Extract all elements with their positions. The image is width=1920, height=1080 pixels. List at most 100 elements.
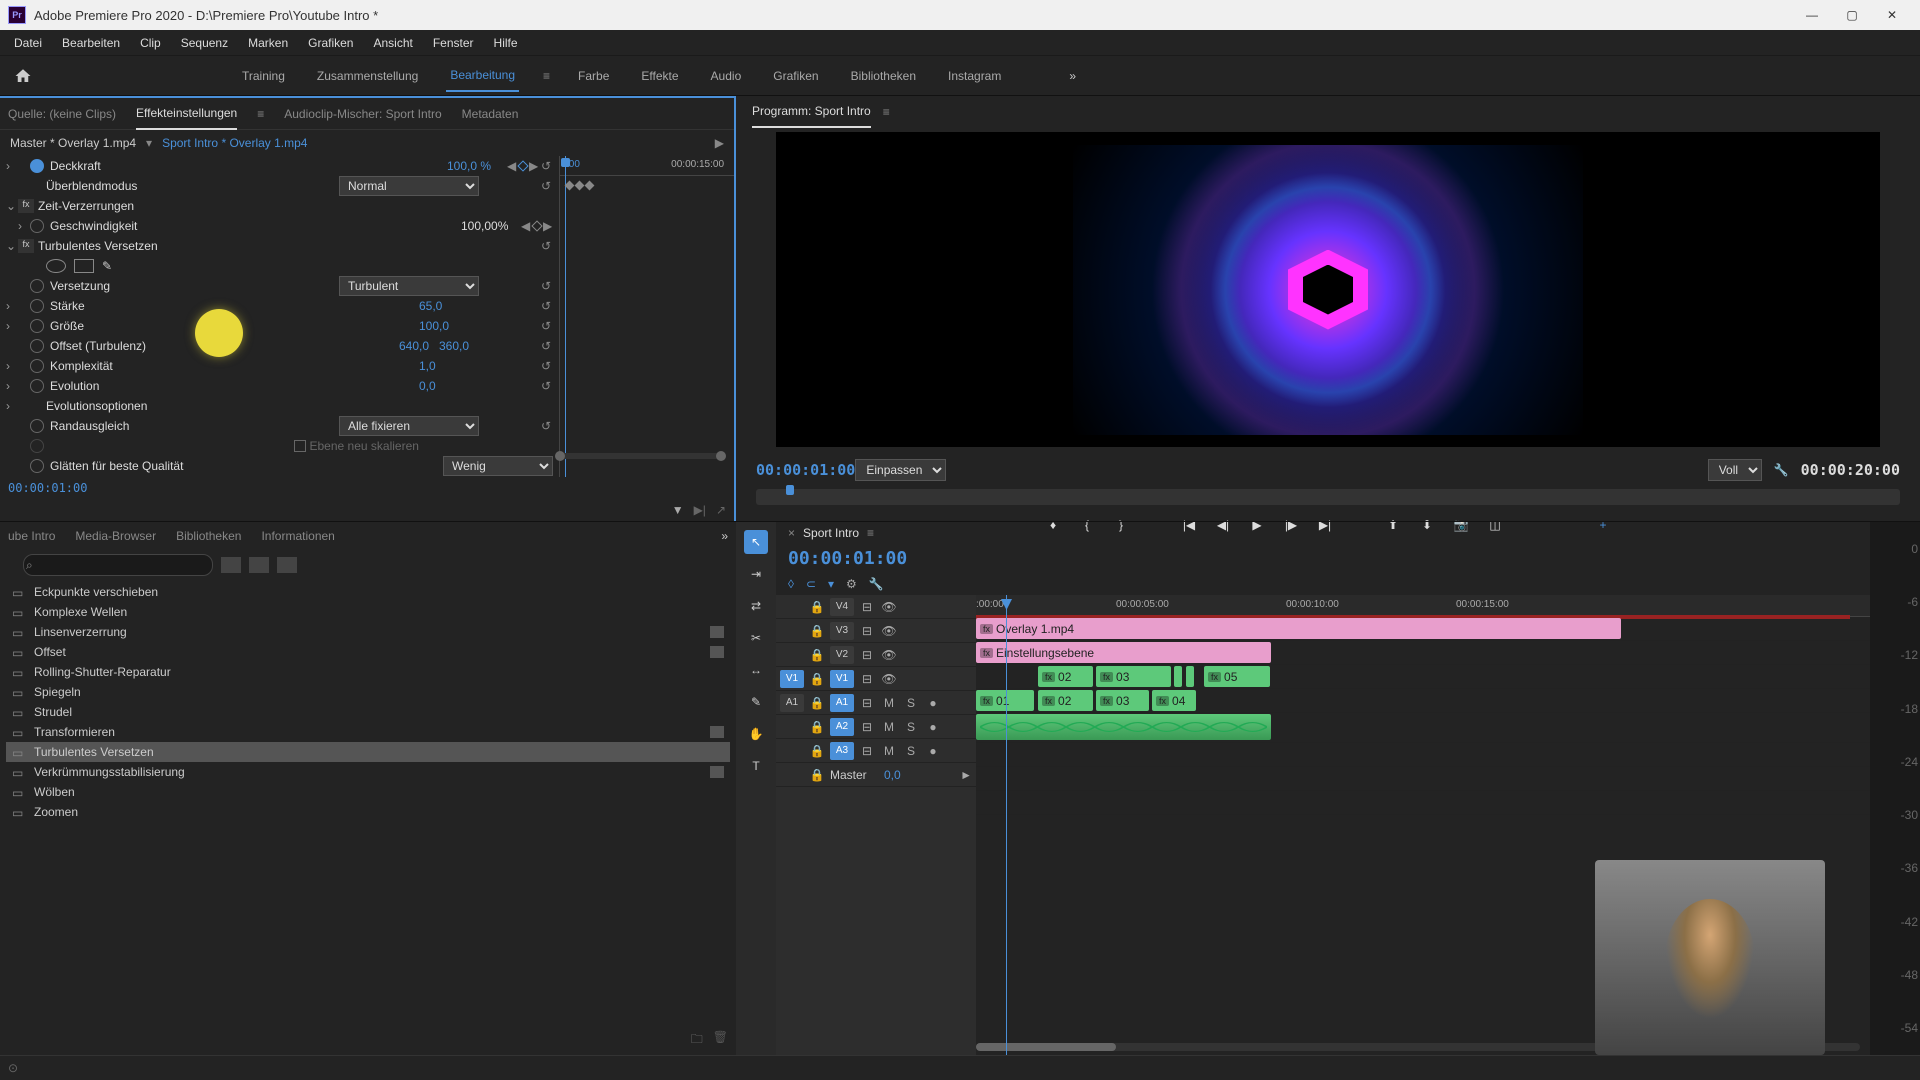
track-v4-label[interactable]: V4 [830,598,854,616]
keyframe-icon[interactable] [575,181,585,191]
ws-training[interactable]: Training [238,61,289,91]
master-value[interactable]: 0,0 [884,768,901,782]
twirl-icon[interactable]: ⌄ [6,239,18,253]
sync-lock-icon[interactable]: ⊟ [858,646,876,664]
ws-farbe[interactable]: Farbe [574,61,613,91]
selection-tool-icon[interactable]: ↖ [744,530,768,554]
effect-item[interactable]: ▭Spiegeln [6,682,730,702]
stopwatch-icon[interactable] [30,299,44,313]
reset-icon[interactable]: ↺ [539,299,553,313]
expand-icon[interactable]: ► [960,768,972,782]
effect-timecode[interactable]: 00:00:01:00 [0,477,734,499]
reset-icon[interactable]: ↺ [539,419,553,433]
clip-overlay[interactable]: fxOverlay 1.mp4 [976,618,1621,639]
track-v2-label[interactable]: V2 [830,646,854,664]
clip-v2-03[interactable]: fx03 [1096,666,1171,687]
opacity-value[interactable]: 100,0 % [447,159,507,173]
quality-select[interactable]: Voll [1708,459,1762,481]
effect-item[interactable]: ▭Offset [6,642,730,662]
stopwatch-icon[interactable] [30,159,44,173]
lock-icon[interactable]: 🔒 [808,598,826,616]
lock-icon[interactable]: 🔒 [808,742,826,760]
eye-icon[interactable]: 👁 [880,670,898,688]
twirl-icon[interactable]: › [6,159,18,173]
antialias-select[interactable]: Wenig [443,456,553,476]
lock-icon[interactable]: 🔒 [808,646,826,664]
stopwatch-icon[interactable] [30,359,44,373]
program-in-timecode[interactable]: 00:00:01:00 [756,461,855,479]
solo-icon[interactable]: S [902,742,920,760]
reset-icon[interactable]: ↺ [539,279,553,293]
play-icon[interactable]: ▶ [715,136,724,150]
overflow-icon[interactable]: » [721,529,728,543]
razor-tool-icon[interactable]: ✂ [744,626,768,650]
type-tool-icon[interactable]: T [744,754,768,778]
evolution-value[interactable]: 0,0 [419,379,479,393]
effect-item[interactable]: ▭Linsenverzerrung [6,622,730,642]
sync-lock-icon[interactable]: ⊟ [858,670,876,688]
clip-v1-02[interactable]: fx02 [1038,690,1093,711]
ws-bibliotheken[interactable]: Bibliotheken [847,61,920,91]
source-a1-label[interactable]: A1 [780,694,804,712]
track-select-tool-icon[interactable]: ⇥ [744,562,768,586]
track-a2-label[interactable]: A2 [830,718,854,736]
twirl-icon[interactable]: › [6,319,18,333]
prev-kf-icon[interactable]: ◀ [507,159,517,173]
stopwatch-icon[interactable] [30,319,44,333]
tab-menu-icon[interactable]: ≡ [257,107,264,121]
lock-icon[interactable]: 🔒 [808,670,826,688]
settings-icon[interactable]: ⚙ [846,577,857,591]
ellipse-mask-icon[interactable] [46,259,66,273]
clip-audio[interactable] [976,714,1271,740]
snap-icon[interactable]: ◊ [788,577,794,591]
minimize-button[interactable]: — [1792,0,1832,30]
badge-yuv-icon[interactable] [277,557,297,573]
ws-grafiken[interactable]: Grafiken [769,61,822,91]
twirl-icon[interactable]: › [6,359,18,373]
solo-icon[interactable]: S [902,718,920,736]
mute-icon[interactable]: M [880,694,898,712]
record-icon[interactable]: ● [924,718,942,736]
effect-item[interactable]: ▭Eckpunkte verschieben [6,582,730,602]
track-v1-row[interactable]: fx01 fx02 fx03 fx04 [976,689,1870,713]
effect-timeline[interactable]: :00 00:00:15:00 [559,156,734,477]
sync-lock-icon[interactable]: ⊟ [858,718,876,736]
program-scrubber[interactable] [756,489,1900,505]
reset-icon[interactable]: ↺ [539,319,553,333]
solo-icon[interactable]: S [902,694,920,712]
timeline-playhead[interactable] [1006,595,1007,1055]
stopwatch-icon[interactable] [30,379,44,393]
trash-icon[interactable]: 🗑 [713,1030,728,1051]
tab-audio-mixer[interactable]: Audioclip-Mischer: Sport Intro [284,99,441,129]
ws-effekte[interactable]: Effekte [637,61,682,91]
scroll-thumb[interactable] [976,1043,1116,1051]
marker-icon[interactable]: ▾ [828,577,834,591]
sync-lock-icon[interactable]: ⊟ [858,598,876,616]
tab-project[interactable]: ube Intro [8,521,55,551]
close-seq-icon[interactable]: × [788,526,795,540]
lock-icon[interactable]: 🔒 [808,718,826,736]
sync-lock-icon[interactable]: ⊟ [858,694,876,712]
ws-zusammenstellung[interactable]: Zusammenstellung [313,61,422,91]
add-kf-icon[interactable] [531,220,542,231]
reset-icon[interactable]: ↺ [539,239,553,253]
linked-sel-icon[interactable]: ⊂ [806,577,816,591]
effect-item[interactable]: ▭Transformieren [6,722,730,742]
mute-icon[interactable]: M [880,718,898,736]
badge-32-icon[interactable] [249,557,269,573]
clip-adjustment[interactable]: fxEinstellungsebene [976,642,1271,663]
track-master-header[interactable]: 🔒 Master 0,0 ► [776,763,976,787]
reset-icon[interactable]: ↺ [539,159,553,173]
stopwatch-icon[interactable] [30,279,44,293]
track-v3-row[interactable]: fxEinstellungsebene [976,641,1870,665]
stopwatch-icon[interactable] [30,339,44,353]
reset-icon[interactable]: ↺ [539,179,553,193]
menu-grafiken[interactable]: Grafiken [298,32,363,54]
close-button[interactable]: ✕ [1872,0,1912,30]
track-a3-header[interactable]: 🔒 A3 ⊟ M S ● [776,739,976,763]
tab-info[interactable]: Informationen [261,521,334,551]
twirl-icon[interactable]: › [6,399,18,413]
twirl-icon[interactable]: ⌄ [6,199,18,213]
clip-v2-gap2[interactable] [1186,666,1194,687]
mute-icon[interactable]: M [880,742,898,760]
